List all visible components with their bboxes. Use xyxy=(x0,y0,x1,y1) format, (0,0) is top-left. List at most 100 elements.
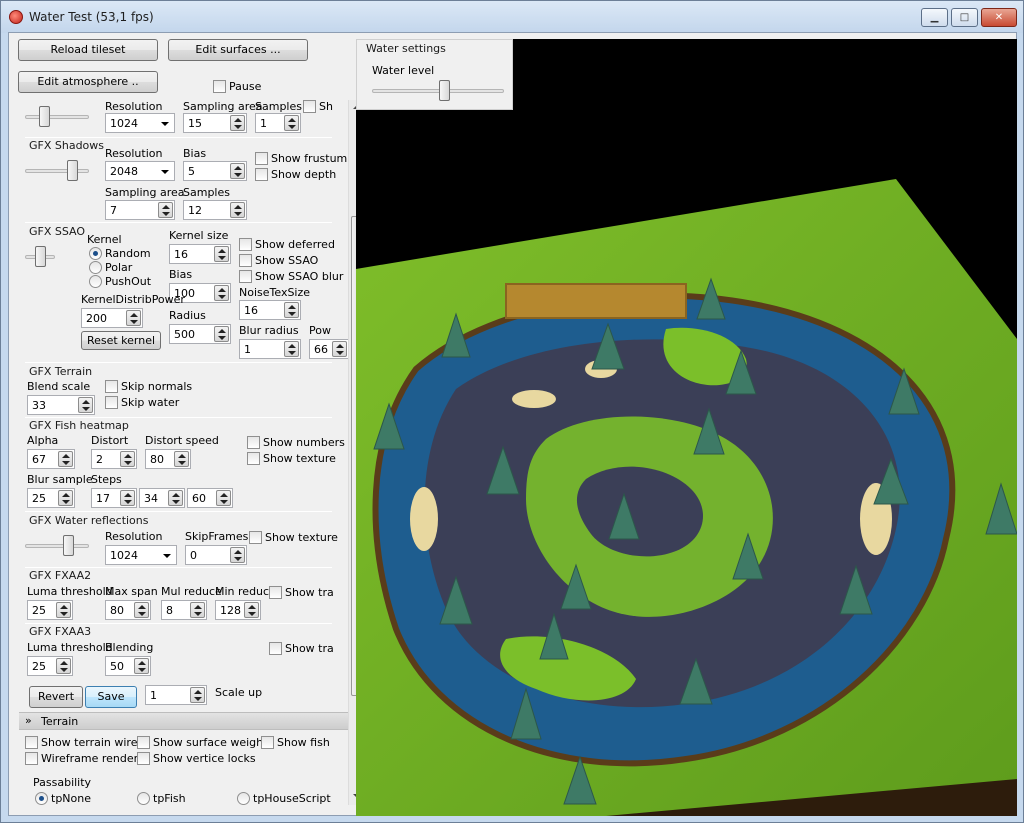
pause-label: Pause xyxy=(229,80,262,93)
fish-show-texture-checkbox[interactable] xyxy=(247,452,260,465)
show-vertice-locks-label: Show vertice locks xyxy=(153,752,256,765)
show-depth-checkbox[interactable] xyxy=(255,168,268,181)
scale-up-spin[interactable]: 1 xyxy=(145,685,207,705)
terrain-section-header[interactable]: » Terrain xyxy=(19,712,348,730)
shadows-quality-slider[interactable] xyxy=(25,160,89,182)
fish-alpha-spin[interactable]: 67 xyxy=(27,449,75,469)
title-bar[interactable]: Water Test (53,1 fps) ▁ □ ✕ xyxy=(1,1,1023,33)
fxaa2-mul-reduce-spin[interactable]: 8 xyxy=(161,600,207,620)
wireframe-render-label: Wireframe render xyxy=(41,752,139,765)
show-deferred-checkbox[interactable] xyxy=(239,238,252,251)
blur-radius-label: Blur radius xyxy=(239,324,299,337)
fxaa2-luma-spin[interactable]: 25 xyxy=(27,600,73,620)
kernel-pushout-radio[interactable] xyxy=(89,275,102,288)
water-settings-title: Water settings xyxy=(366,42,446,55)
water-level-slider[interactable] xyxy=(372,80,504,102)
separator xyxy=(25,417,332,418)
tp-housescript-radio[interactable] xyxy=(237,792,250,805)
show-fish-checkbox[interactable] xyxy=(261,736,274,749)
blend-scale-spin[interactable]: 33 xyxy=(27,395,95,415)
fxaa3-show-tra-checkbox[interactable] xyxy=(269,642,282,655)
blur-radius-spin[interactable]: 1 xyxy=(239,339,301,359)
fxaa3-luma-spin[interactable]: 25 xyxy=(27,656,73,676)
collapse-chevron-icon[interactable]: » xyxy=(25,714,32,727)
reflections-show-texture-checkbox[interactable] xyxy=(249,531,262,544)
reflections-resolution-select[interactable]: 1024 xyxy=(105,545,177,565)
shadows-sampling-area-spin[interactable]: 7 xyxy=(105,200,175,220)
top-samples-spin[interactable]: 1 xyxy=(255,113,301,133)
pause-checkbox[interactable] xyxy=(213,80,226,93)
shadows-sampling-area-label: Sampling area xyxy=(105,186,185,199)
fxaa2-max-span-spin[interactable]: 80 xyxy=(105,600,151,620)
save-button[interactable]: Save xyxy=(85,686,137,708)
fxaa2-min-reduce-spin[interactable]: 128 xyxy=(215,600,261,620)
fish-steps-3-spin[interactable]: 60 xyxy=(187,488,233,508)
fxaa3-show-tra-label: Show tra xyxy=(285,642,334,655)
fish-steps-2-spin[interactable]: 34 xyxy=(139,488,185,508)
show-terrain-wires-checkbox[interactable] xyxy=(25,736,38,749)
minimize-button[interactable]: ▁ xyxy=(921,8,948,27)
shadows-samples-spin[interactable]: 12 xyxy=(183,200,247,220)
kernel-pushout-label: PushOut xyxy=(105,275,152,288)
kernel-distrib-power-spin[interactable]: 200 xyxy=(81,308,143,328)
reload-tileset-button[interactable]: Reload tileset xyxy=(18,39,158,61)
panel-scrollbar[interactable] xyxy=(348,100,356,805)
show-vertice-locks-checkbox[interactable] xyxy=(137,752,150,765)
reset-kernel-button[interactable]: Reset kernel xyxy=(81,331,161,350)
wireframe-render-checkbox[interactable] xyxy=(25,752,38,765)
top-resolution-select[interactable]: 1024 xyxy=(105,113,175,133)
top-sampling-area-spin[interactable]: 15 xyxy=(183,113,247,133)
fish-distort-speed-spin[interactable]: 80 xyxy=(145,449,191,469)
tp-fish-radio[interactable] xyxy=(137,792,150,805)
reflections-quality-slider[interactable] xyxy=(25,535,89,557)
maximize-button[interactable]: □ xyxy=(951,8,978,27)
kernel-polar-label: Polar xyxy=(105,261,133,274)
noise-tex-size-spin[interactable]: 16 xyxy=(239,300,301,320)
ssao-quality-slider[interactable] xyxy=(25,246,55,268)
skip-frames-spin[interactable]: 0 xyxy=(185,545,247,565)
edit-atmosphere-button[interactable]: Edit atmosphere .. xyxy=(18,71,158,93)
ssao-radius-label: Radius xyxy=(169,309,206,322)
show-depth-label: Show depth xyxy=(271,168,337,181)
separator xyxy=(25,222,332,223)
top-sh-checkbox[interactable] xyxy=(303,100,316,113)
fish-distort-speed-label: Distort speed xyxy=(145,434,219,447)
show-surface-weights-checkbox[interactable] xyxy=(137,736,150,749)
water-level-label: Water level xyxy=(372,64,435,77)
tp-none-label: tpNone xyxy=(51,792,91,805)
fish-show-numbers-checkbox[interactable] xyxy=(247,436,260,449)
skip-water-checkbox[interactable] xyxy=(105,396,118,409)
client-area: Reload tileset Edit surfaces ... Edit at… xyxy=(8,32,1017,816)
revert-button[interactable]: Revert xyxy=(29,686,83,708)
kernel-size-label: Kernel size xyxy=(169,229,229,242)
passability-label: Passability xyxy=(33,776,92,789)
skip-normals-checkbox[interactable] xyxy=(105,380,118,393)
separator xyxy=(25,137,332,138)
kernel-random-radio[interactable] xyxy=(89,247,102,260)
ssao-radius-spin[interactable]: 500 xyxy=(169,324,231,344)
fxaa2-show-tra-checkbox[interactable] xyxy=(269,586,282,599)
fxaa3-blending-spin[interactable]: 50 xyxy=(105,656,151,676)
show-ssao-blur-checkbox[interactable] xyxy=(239,270,252,283)
tp-none-radio[interactable] xyxy=(35,792,48,805)
terrain-render xyxy=(356,179,1017,816)
app-window: Water Test (53,1 fps) ▁ □ ✕ Reload tiles… xyxy=(0,0,1024,823)
show-ssao-checkbox[interactable] xyxy=(239,254,252,267)
gfx-shadows-title: GFX Shadows xyxy=(29,139,105,152)
kernel-size-spin[interactable]: 16 xyxy=(169,244,231,264)
close-button[interactable]: ✕ xyxy=(981,8,1017,27)
water-level-thumb[interactable] xyxy=(439,80,450,101)
edit-surfaces-button[interactable]: Edit surfaces ... xyxy=(168,39,308,61)
skip-frames-label: SkipFrames xyxy=(185,530,249,543)
shadows-bias-spin[interactable]: 5 xyxy=(183,161,247,181)
shadows-resolution-select[interactable]: 2048 xyxy=(105,161,175,181)
fish-blur-sample-spin[interactable]: 25 xyxy=(27,488,75,508)
kernel-polar-radio[interactable] xyxy=(89,261,102,274)
fish-distort-spin[interactable]: 2 xyxy=(91,449,137,469)
top-quality-slider[interactable] xyxy=(25,106,89,128)
gfx-ssao-title: GFX SSAO xyxy=(29,225,86,238)
render-viewport[interactable] xyxy=(356,39,1017,816)
show-frustum-checkbox[interactable] xyxy=(255,152,268,165)
fish-steps-1-spin[interactable]: 17 xyxy=(91,488,137,508)
pow-spin[interactable]: 66 xyxy=(309,339,349,359)
